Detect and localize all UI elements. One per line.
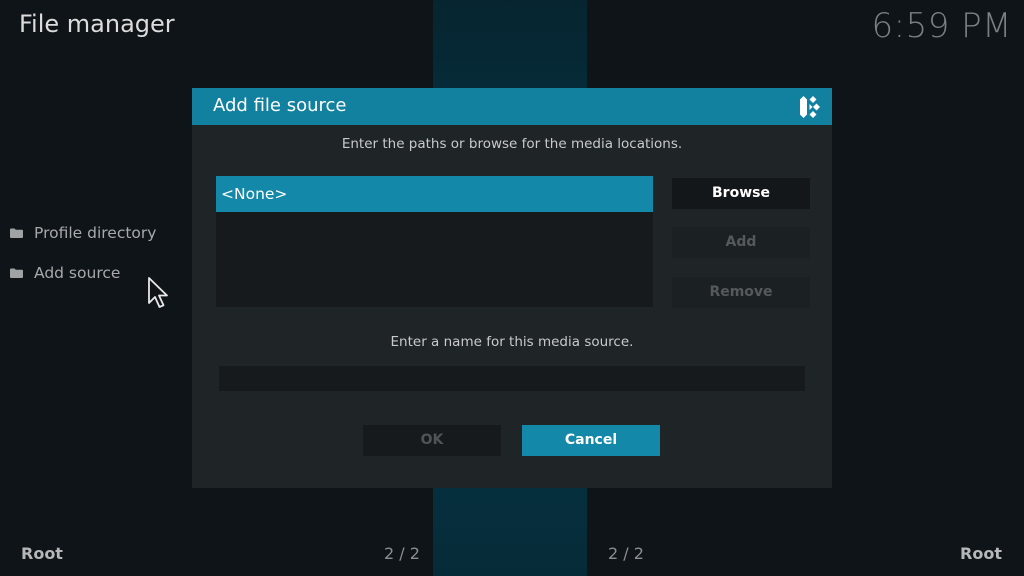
kodi-logo-icon (800, 96, 820, 118)
source-list: Profile directory Add source (10, 220, 156, 300)
browse-button[interactable]: Browse (672, 178, 810, 209)
cancel-button[interactable]: Cancel (522, 425, 660, 456)
name-hint: Enter a name for this media source. (390, 334, 634, 350)
paths-hint: Enter the paths or browse for the media … (341, 136, 683, 152)
dialog-header: Add file source (192, 88, 832, 125)
sidebar-item-label: Add source (34, 264, 121, 282)
footer-root-right: Root (960, 544, 1002, 563)
clock: 6:59 PM (871, 6, 1012, 46)
sidebar-item-profile-directory[interactable]: Profile directory (10, 220, 156, 246)
footer-root-left: Root (21, 544, 63, 563)
page-title: File manager (19, 10, 175, 38)
path-item-none[interactable]: <None> (216, 176, 653, 212)
sidebar-item-add-source[interactable]: Add source (10, 260, 156, 286)
ok-button[interactable]: OK (363, 425, 501, 456)
add-source-dialog: Add file source Enter the paths or brows… (192, 88, 832, 488)
source-name-input[interactable] (219, 366, 805, 391)
remove-path-button[interactable]: Remove (672, 277, 810, 308)
mouse-cursor-icon (148, 277, 168, 308)
paths-list[interactable]: <None> (216, 176, 653, 307)
folder-icon (10, 228, 23, 238)
dialog-title: Add file source (213, 95, 347, 116)
page-counter-left: 2 / 2 (384, 544, 420, 563)
add-path-button[interactable]: Add (672, 227, 810, 258)
page-counter-right: 2 / 2 (608, 544, 644, 563)
sidebar-item-label: Profile directory (34, 224, 157, 242)
folder-icon (10, 268, 23, 278)
